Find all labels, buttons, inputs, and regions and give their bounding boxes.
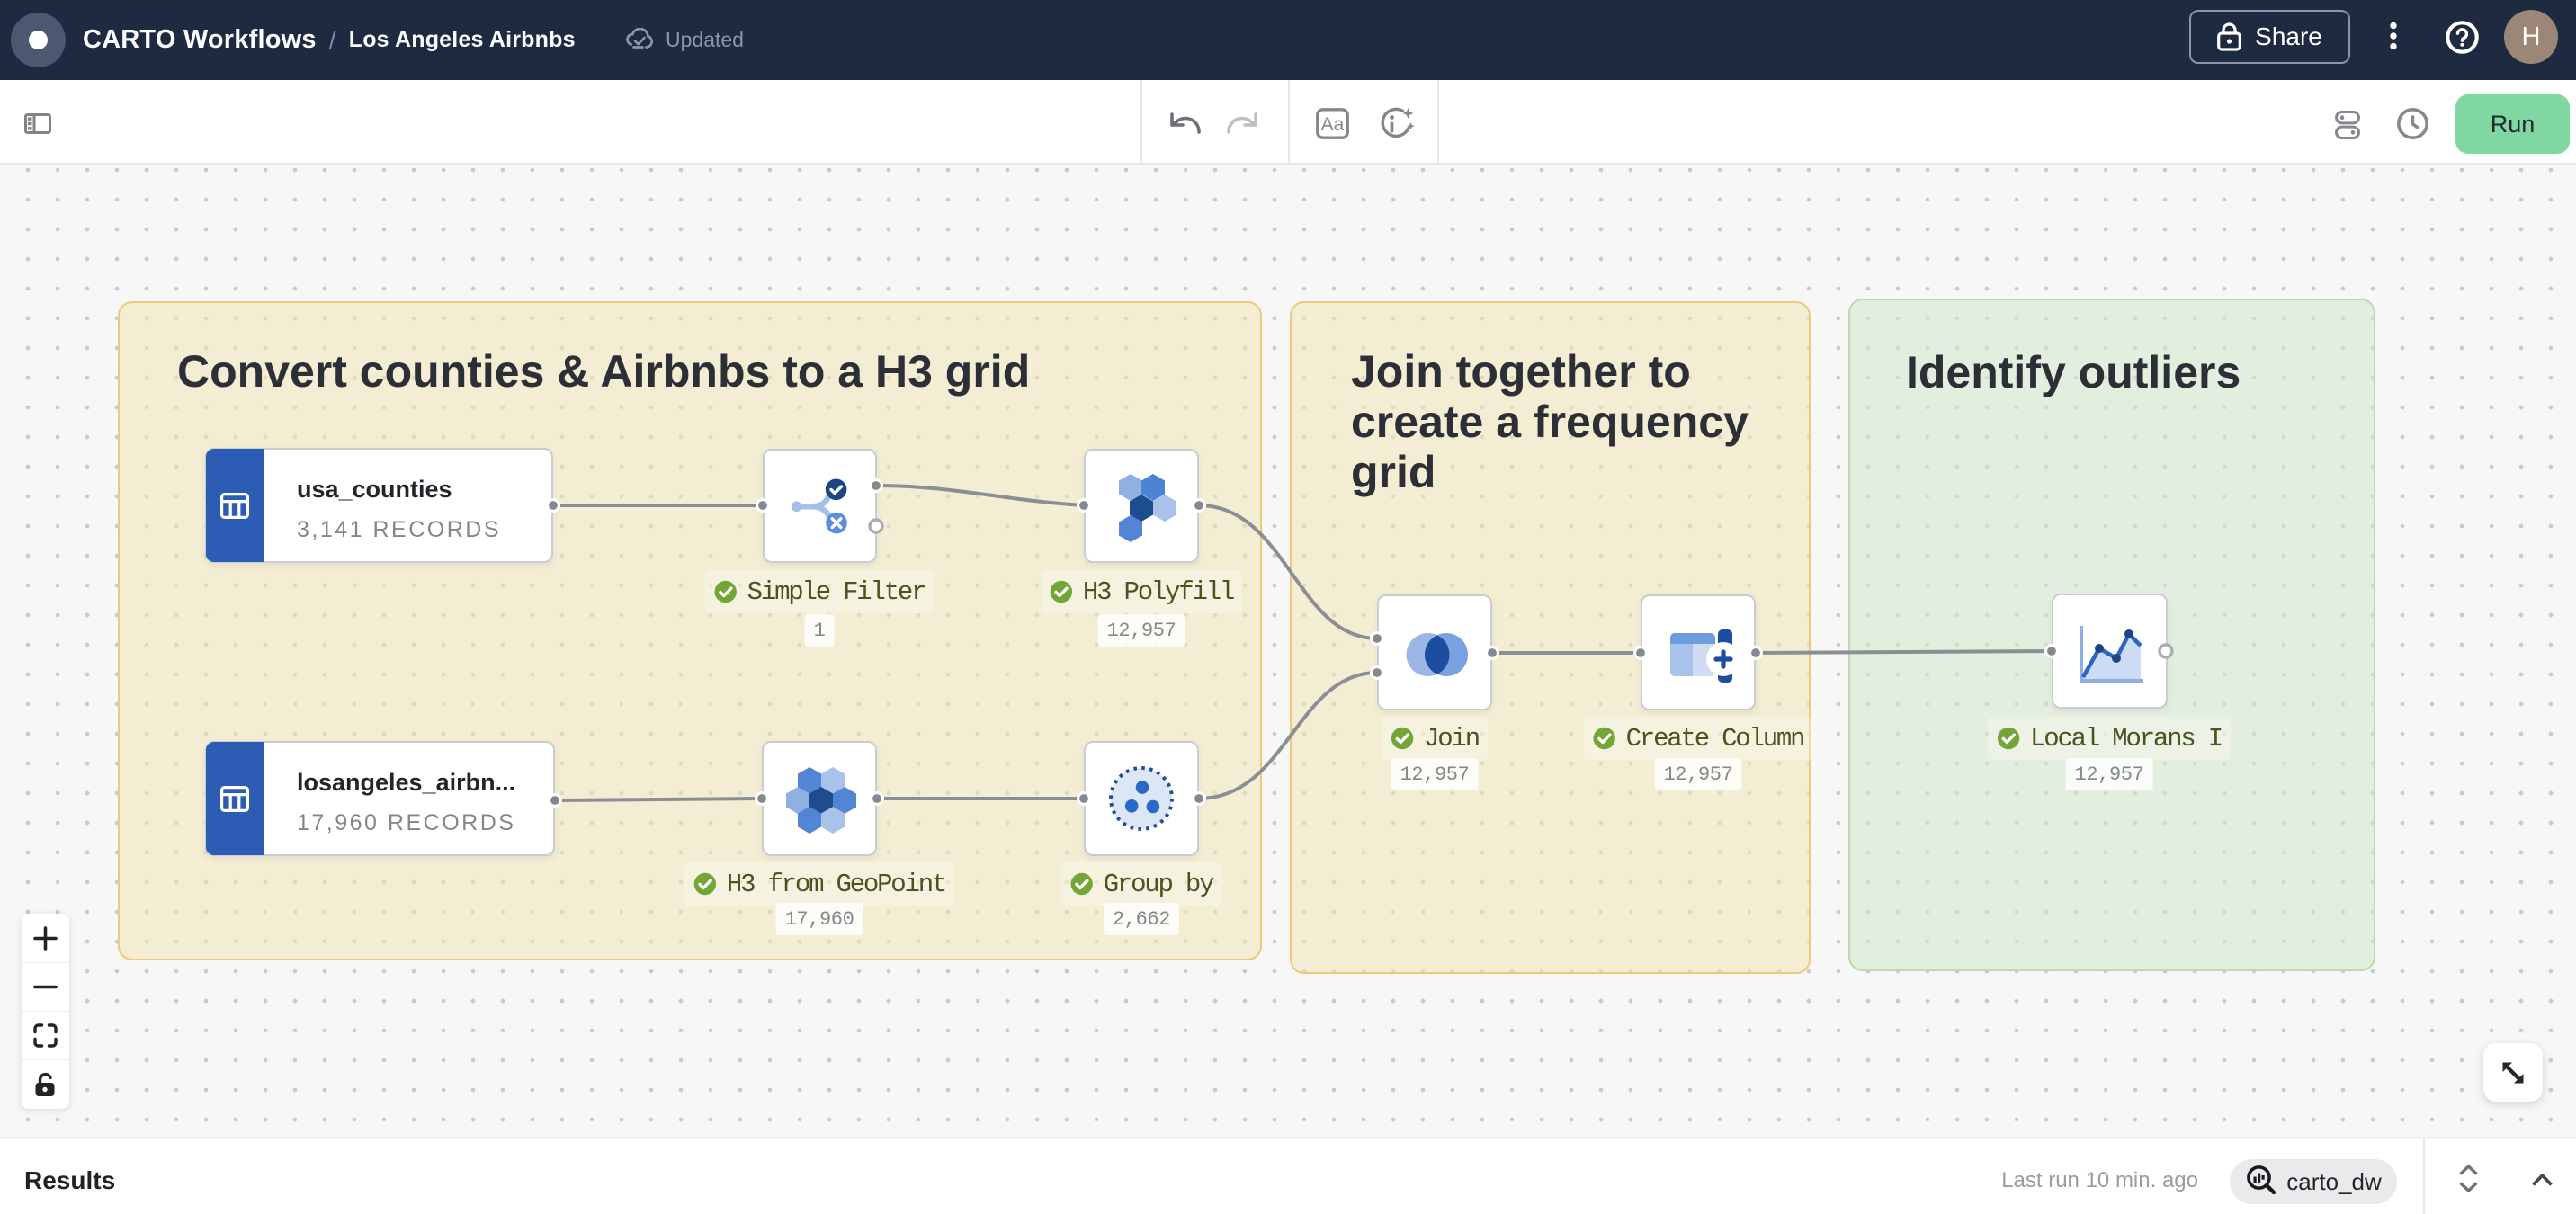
svg-text:Aa: Aa (1321, 114, 1345, 135)
